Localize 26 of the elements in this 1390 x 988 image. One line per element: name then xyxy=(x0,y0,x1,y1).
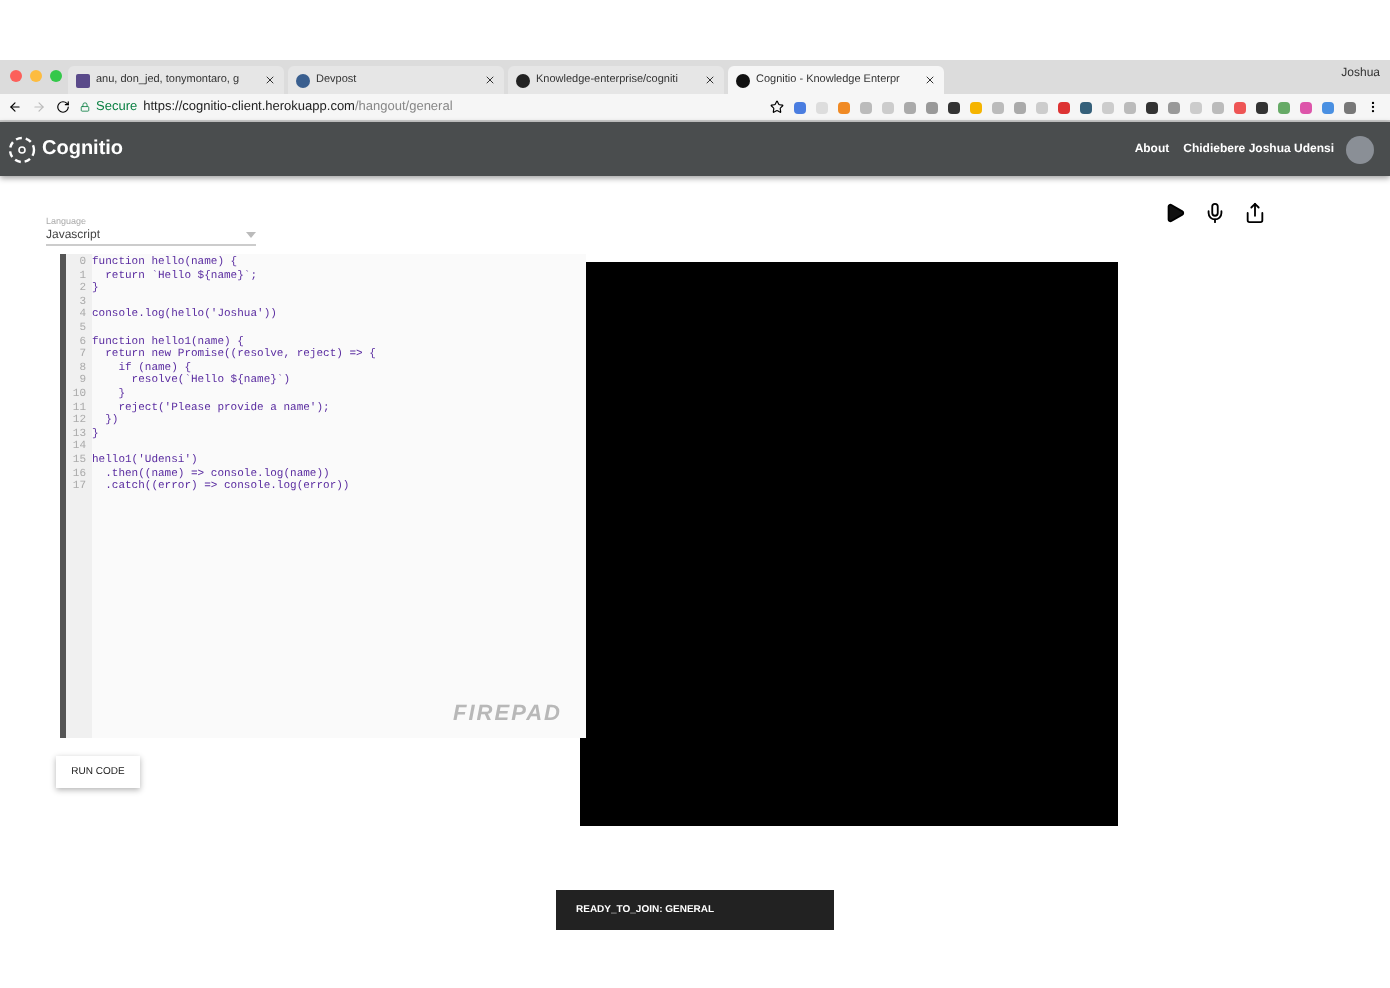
close-icon[interactable] xyxy=(484,74,496,86)
forward-icon[interactable] xyxy=(32,100,46,114)
logo-icon xyxy=(8,135,36,163)
close-dot[interactable] xyxy=(10,70,22,82)
brand-name[interactable]: Cognitio xyxy=(42,138,124,160)
watermark: FIREPAD xyxy=(453,702,562,726)
menu-icon[interactable] xyxy=(1366,100,1380,114)
favicon-icon xyxy=(296,73,310,87)
minimize-dot[interactable] xyxy=(30,70,42,82)
avatar[interactable] xyxy=(1346,135,1374,163)
caret-icon xyxy=(246,232,256,238)
microphone-icon[interactable] xyxy=(1204,201,1226,223)
back-icon[interactable] xyxy=(8,100,22,114)
close-icon[interactable] xyxy=(704,74,716,86)
favicon-icon xyxy=(736,73,750,87)
share-icon[interactable] xyxy=(1244,201,1266,223)
bookmark-star-icon[interactable] xyxy=(770,100,784,114)
reload-icon[interactable] xyxy=(56,100,70,114)
favicon-icon xyxy=(76,73,90,87)
maximize-dot[interactable] xyxy=(50,70,62,82)
close-icon[interactable] xyxy=(924,74,936,86)
close-icon[interactable] xyxy=(264,74,276,86)
code-editor[interactable] xyxy=(60,254,586,738)
favicon-icon xyxy=(516,73,530,87)
lock-icon xyxy=(80,102,90,112)
play-icon[interactable] xyxy=(1164,201,1186,223)
